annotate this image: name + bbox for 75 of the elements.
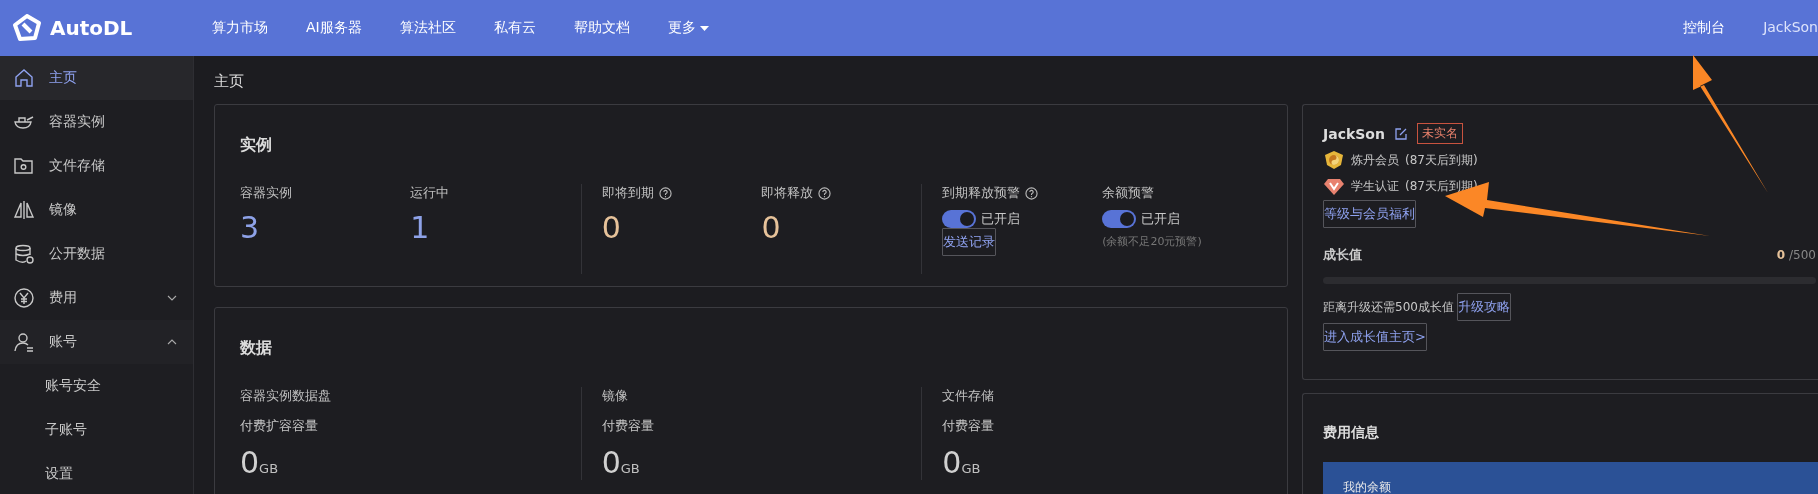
sidebar-item[interactable]: 容器实例	[0, 100, 193, 144]
logo-text: AutoDL	[50, 16, 133, 40]
edit-icon[interactable]	[1394, 127, 1407, 140]
user-name: JackSon	[1323, 125, 1385, 142]
benefits-link[interactable]: 等级与会员福利	[1323, 200, 1416, 228]
data-unit: GB	[961, 461, 981, 476]
user-icon	[13, 331, 35, 353]
caret-down-icon	[699, 25, 709, 31]
upgrade-guide-link[interactable]: 升级攻略	[1456, 293, 1511, 321]
data-label: 容器实例数据盘	[240, 387, 331, 405]
toggle-switch[interactable]	[942, 210, 977, 228]
logo-icon	[12, 14, 42, 42]
nav-link[interactable]: 算力市场	[212, 19, 268, 37]
stat-value: 0	[601, 210, 622, 245]
card-title: 费用信息	[1323, 424, 1380, 442]
sidebar-item[interactable]: 镜像	[0, 188, 193, 232]
chevron-down-icon	[167, 295, 177, 301]
growth-count: 0 /500	[1776, 248, 1816, 262]
growth-label: 成长值	[1323, 246, 1362, 264]
nav-link[interactable]: 控制台	[1683, 19, 1726, 37]
help-icon[interactable]	[1025, 186, 1039, 200]
help-icon[interactable]	[818, 186, 832, 200]
stat-value: 0	[761, 210, 782, 245]
stat-label: 即将释放	[761, 184, 814, 202]
nav-link[interactable]: 帮助文档	[573, 19, 630, 37]
database-icon	[13, 243, 35, 265]
nav-link[interactable]: 算法社区	[399, 19, 456, 37]
sidebar-subitem[interactable]: 子账号	[0, 408, 193, 452]
stat-value: 1	[410, 210, 431, 245]
nav-link[interactable]: 私有云	[493, 19, 536, 37]
send-record-button[interactable]: 发送记录	[942, 228, 997, 256]
sidebar-subitem[interactable]: 设置	[0, 452, 193, 494]
card-title: 数据	[240, 338, 273, 359]
card-title: 实例	[240, 135, 273, 156]
chevron-up-icon	[167, 339, 177, 345]
stat-label: 即将到期	[601, 184, 654, 202]
data-unit: GB	[259, 461, 279, 476]
sidebar-item[interactable]: 公开数据	[0, 232, 193, 276]
verification-badge: 未实名	[1416, 123, 1463, 144]
page-title: 主页	[214, 70, 245, 92]
home-icon	[13, 67, 35, 89]
stat-value: 3	[240, 210, 261, 245]
data-value: 0	[601, 445, 621, 480]
diamond-icon	[1323, 176, 1345, 196]
switch-status: 已开启	[1141, 210, 1181, 228]
nav-link[interactable]: AI服务器	[306, 19, 362, 37]
data-label: 镜像	[601, 387, 628, 405]
sidebar-item[interactable]: 主页	[0, 56, 193, 100]
sidebar-item[interactable]: 账号	[0, 320, 193, 364]
upgrade-hint: 距离升级还需500成长值	[1323, 298, 1454, 316]
toggle-switch[interactable]	[1102, 210, 1137, 228]
data-value: 0	[240, 445, 260, 480]
alert-note: (余额不足20元预警)	[1102, 234, 1203, 249]
sidebar-subitem[interactable]: 账号安全	[0, 364, 193, 408]
alert-label: 到期释放预警	[942, 184, 1021, 202]
stat-label: 运行中	[410, 184, 450, 202]
data-sublabel: 付费扩容容量	[240, 417, 319, 435]
data-sublabel: 付费容量	[601, 417, 655, 435]
switch-status: 已开启	[981, 210, 1021, 228]
data-value: 0	[942, 445, 962, 480]
sidebar-item[interactable]: 文件存储	[0, 144, 193, 188]
stat-label: 容器实例	[240, 184, 292, 202]
growth-home-link[interactable]: 进入成长值主页>	[1323, 323, 1427, 351]
data-label: 文件存储	[942, 387, 995, 405]
balance-label: 我的余额	[1343, 480, 1391, 494]
nav-link[interactable]: 更多	[667, 19, 709, 37]
yen-icon	[13, 287, 35, 309]
sidebar-item[interactable]: 费用	[0, 276, 193, 320]
data-unit: GB	[620, 461, 640, 476]
data-sublabel: 付费容量	[942, 417, 996, 435]
help-icon[interactable]	[658, 186, 672, 200]
mirror-icon	[13, 199, 35, 221]
membership-label: 炼丹会员 (87天后到期)	[1351, 151, 1478, 169]
medal-icon	[1323, 150, 1345, 170]
alert-label: 余额预警	[1102, 184, 1155, 202]
